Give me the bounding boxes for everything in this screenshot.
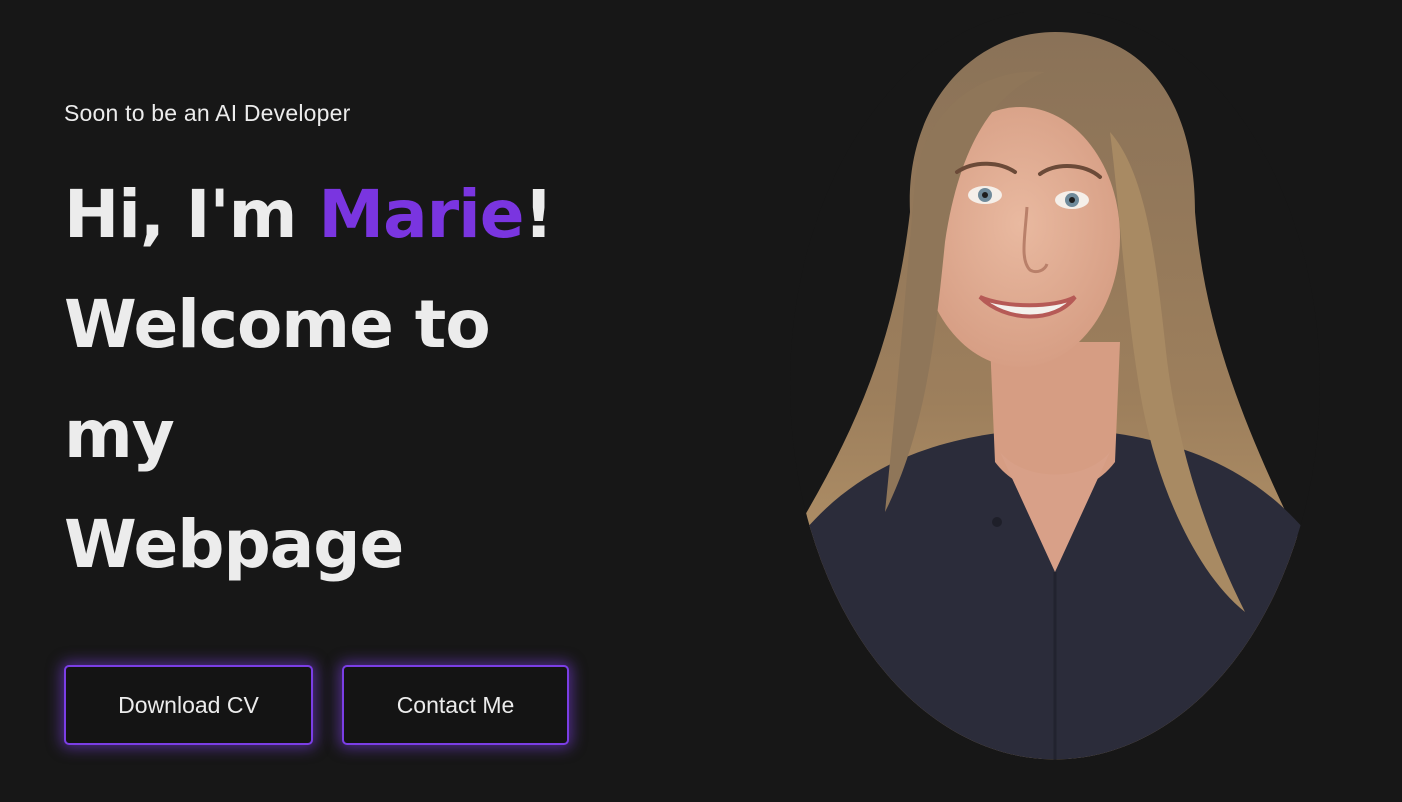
download-cv-button[interactable]: Download CV bbox=[64, 665, 313, 745]
headline-line-3: my bbox=[64, 396, 175, 473]
hero-headline: Hi, I'm Marie! Welcome to my Webpage bbox=[64, 160, 554, 600]
headline-line-4: Webpage bbox=[64, 506, 404, 583]
hero-section: Soon to be an AI Developer Hi, I'm Marie… bbox=[0, 0, 1402, 802]
greeting-line: Hi, I'm Marie! bbox=[64, 160, 554, 270]
contact-me-button[interactable]: Contact Me bbox=[342, 665, 569, 745]
greeting-prefix: Hi, I'm bbox=[64, 176, 319, 253]
portrait-illustration bbox=[790, 32, 1320, 760]
profile-photo bbox=[790, 12, 1320, 760]
headline-line-2: Welcome to bbox=[64, 286, 491, 363]
greeting-suffix: ! bbox=[523, 176, 554, 253]
hero-name: Marie bbox=[318, 176, 524, 253]
hero-tagline: Soon to be an AI Developer bbox=[64, 100, 351, 126]
